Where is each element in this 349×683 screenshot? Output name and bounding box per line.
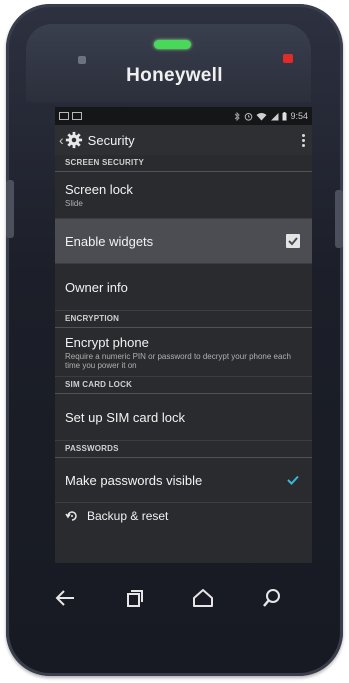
wifi-icon — [256, 112, 267, 120]
search-icon — [263, 589, 281, 607]
home-icon — [193, 589, 214, 607]
clock: 9:54 — [290, 111, 308, 121]
camera-sensor — [78, 56, 86, 64]
device-screen: 9:54 ‹ Security SCREEN SECURITY Screen l… — [55, 107, 312, 563]
brand-logo: Honeywell — [126, 65, 223, 86]
top-bezel — [26, 24, 311, 102]
back-caret-icon[interactable]: ‹ — [59, 132, 64, 148]
make-passwords-visible-item[interactable]: Make passwords visible — [55, 458, 312, 503]
backup-reset-item[interactable]: Backup & reset — [55, 503, 312, 529]
make-passwords-visible-title: Make passwords visible — [65, 472, 203, 488]
alarm-icon — [245, 112, 253, 121]
encrypt-phone-summary: Require a numeric PIN or password to dec… — [65, 351, 291, 370]
gear-icon[interactable] — [65, 131, 83, 149]
enable-widgets-item[interactable]: Enable widgets — [55, 219, 312, 264]
bluetooth-icon — [235, 111, 241, 121]
recent-apps-button[interactable] — [116, 580, 152, 616]
home-button[interactable] — [185, 580, 221, 616]
section-header-passwords: PASSWORDS — [55, 441, 312, 458]
enable-widgets-checkbox[interactable] — [286, 234, 300, 248]
image-notification-icon — [72, 112, 82, 120]
action-bar: ‹ Security — [55, 125, 312, 155]
screen-lock-title: Screen lock — [65, 182, 133, 197]
make-passwords-visible-checkmark[interactable] — [286, 473, 300, 487]
battery-icon — [282, 111, 287, 120]
enable-widgets-title: Enable widgets — [65, 233, 154, 249]
encrypt-phone-item[interactable]: Encrypt phone Require a numeric PIN or p… — [55, 328, 312, 377]
status-bar: 9:54 — [55, 107, 312, 125]
notification-icon — [59, 112, 69, 120]
recent-apps-icon — [126, 590, 143, 607]
signal-icon — [271, 112, 279, 120]
screen-lock-summary: Slide — [65, 199, 83, 208]
sim-card-lock-title: Set up SIM card lock — [65, 409, 185, 425]
search-button[interactable] — [254, 580, 290, 616]
sim-card-lock-item[interactable]: Set up SIM card lock — [55, 394, 312, 441]
left-side-button[interactable] — [6, 180, 14, 238]
section-header-encryption: ENCRYPTION — [55, 311, 312, 328]
overflow-menu-icon[interactable] — [298, 133, 308, 147]
owner-info-title: Owner info — [65, 279, 128, 295]
backup-restore-icon — [65, 511, 77, 521]
screen-lock-item[interactable]: Screen lock Slide — [55, 172, 312, 219]
navigation-bar — [30, 563, 307, 633]
back-button[interactable] — [47, 580, 83, 616]
encrypt-phone-title: Encrypt phone — [65, 334, 149, 350]
back-arrow-icon — [55, 590, 74, 606]
backup-reset-title: Backup & reset — [87, 509, 169, 523]
notification-led — [283, 54, 293, 63]
page-title: Security — [87, 132, 135, 148]
owner-info-item[interactable]: Owner info — [55, 264, 312, 311]
section-header-screen-security: SCREEN SECURITY — [55, 155, 312, 172]
earpiece-speaker-led — [154, 40, 191, 49]
right-side-button[interactable] — [335, 190, 343, 248]
section-header-sim-card-lock: SIM CARD LOCK — [55, 377, 312, 394]
